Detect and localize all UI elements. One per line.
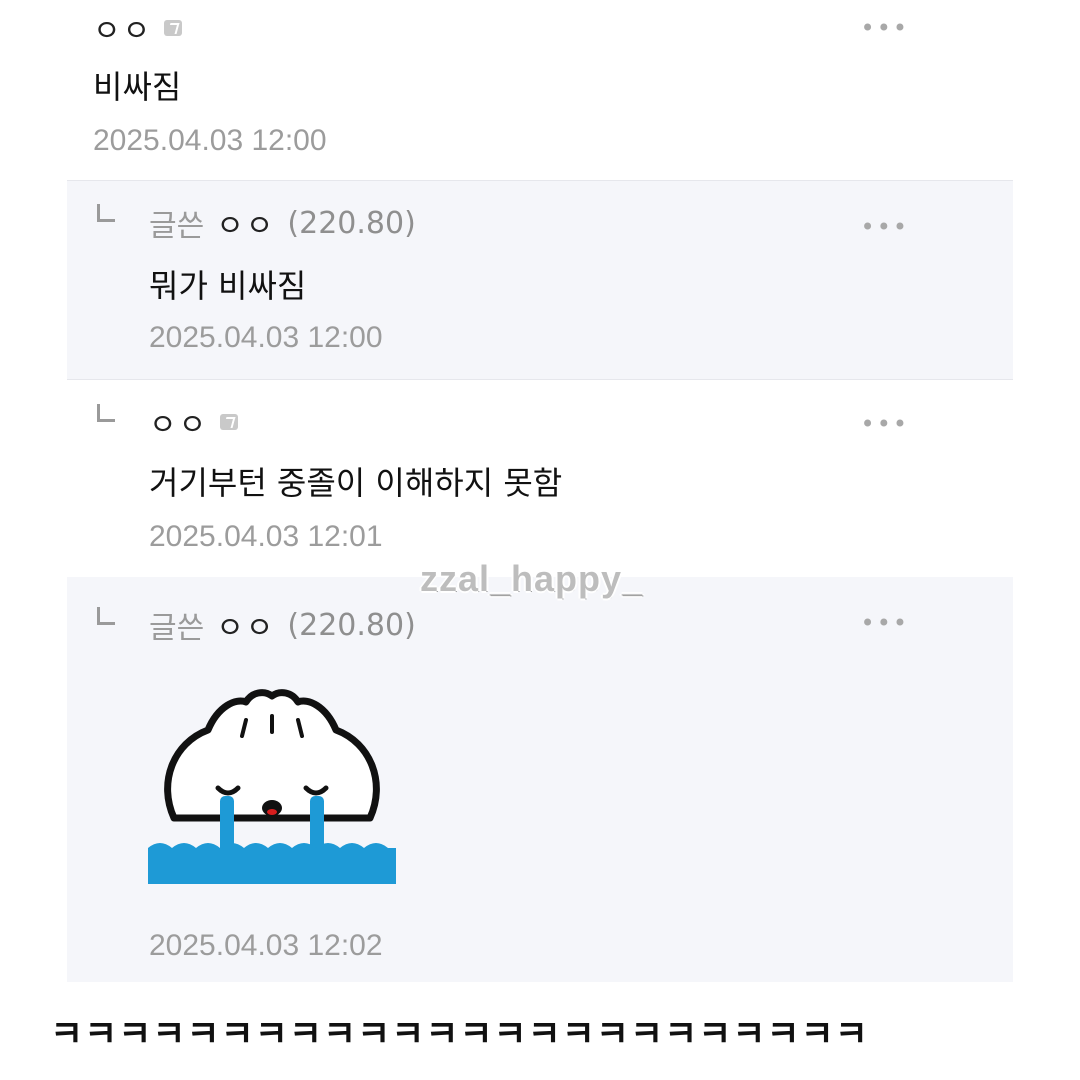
comment-date: 2025.04.03 12:00 — [93, 124, 327, 157]
comment-item: ㅇㅇ ••• 비싸짐 2025.04.03 12:00 — [67, 0, 1013, 180]
nickname[interactable]: ㅇㅇ — [216, 201, 275, 245]
crying-dumpling-sticker — [148, 689, 396, 884]
fixed-nick-badge-icon — [220, 414, 239, 430]
watermark: zzal_happy_ — [420, 558, 644, 599]
comment-date: 2025.04.03 12:02 — [149, 929, 383, 962]
nickname[interactable]: ㅇㅇ — [149, 400, 208, 444]
author-tag: 글쓴 — [149, 611, 205, 646]
ip-address: (220.80) — [287, 607, 416, 643]
comment-text: 비싸짐 — [93, 68, 182, 106]
comment-date: 2025.04.03 12:01 — [149, 520, 383, 553]
ip-address: (220.80) — [287, 205, 416, 241]
author-tag: 글쓴 — [149, 209, 205, 244]
reply-arrow-icon — [97, 607, 115, 625]
more-options-button[interactable]: ••• — [861, 14, 909, 42]
comment-text: 거기부턴 중졸이 이해하지 못함 — [149, 464, 563, 502]
more-options-button[interactable]: ••• — [861, 609, 909, 637]
reply-arrow-icon — [97, 404, 115, 422]
comment-date: 2025.04.03 12:00 — [149, 321, 383, 354]
more-options-button[interactable]: ••• — [861, 410, 909, 438]
comment-text: 뭐가 비싸짐 — [149, 267, 307, 305]
reply-item: ㅇㅇ ••• 거기부턴 중졸이 이해하지 못함 2025.04.03 12:01 — [67, 380, 1013, 576]
tongue — [267, 809, 277, 815]
more-options-button[interactable]: ••• — [861, 213, 909, 241]
reply-arrow-icon — [97, 204, 115, 222]
caption-text: ㅋㅋㅋㅋㅋㅋㅋㅋㅋㅋㅋㅋㅋㅋㅋㅋㅋㅋㅋㅋㅋㅋㅋㅋ — [50, 1014, 869, 1055]
water-wave — [148, 843, 396, 884]
comment-author[interactable]: 글쓴 ㅇㅇ (220.80) — [149, 201, 416, 245]
comment-author[interactable]: ㅇㅇ — [149, 400, 239, 444]
dumpling-body — [164, 689, 380, 822]
nickname[interactable]: ㅇㅇ — [93, 6, 152, 50]
comment-author[interactable]: ㅇㅇ — [93, 6, 183, 50]
fixed-nick-badge-icon — [164, 20, 183, 36]
reply-item: 글쓴 ㅇㅇ (220.80) ••• 뭐가 비싸짐 2025.04.03 12:… — [67, 181, 1013, 379]
nickname[interactable]: ㅇㅇ — [216, 603, 275, 647]
comment-author[interactable]: 글쓴 ㅇㅇ (220.80) — [149, 603, 416, 647]
